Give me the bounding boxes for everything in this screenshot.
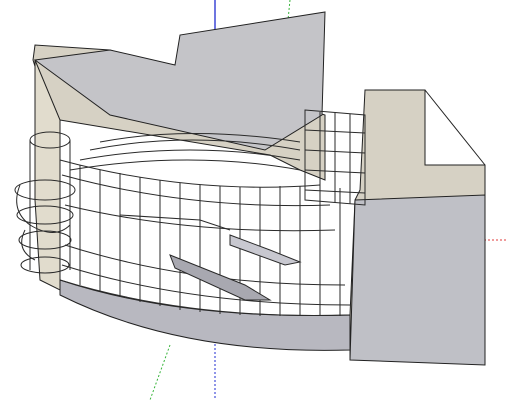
roof-surface [33,11,326,151]
building-model-icon[interactable] [0,0,506,400]
right-block-shadow [349,194,486,366]
sketchup-3d-viewport[interactable] [0,0,506,400]
